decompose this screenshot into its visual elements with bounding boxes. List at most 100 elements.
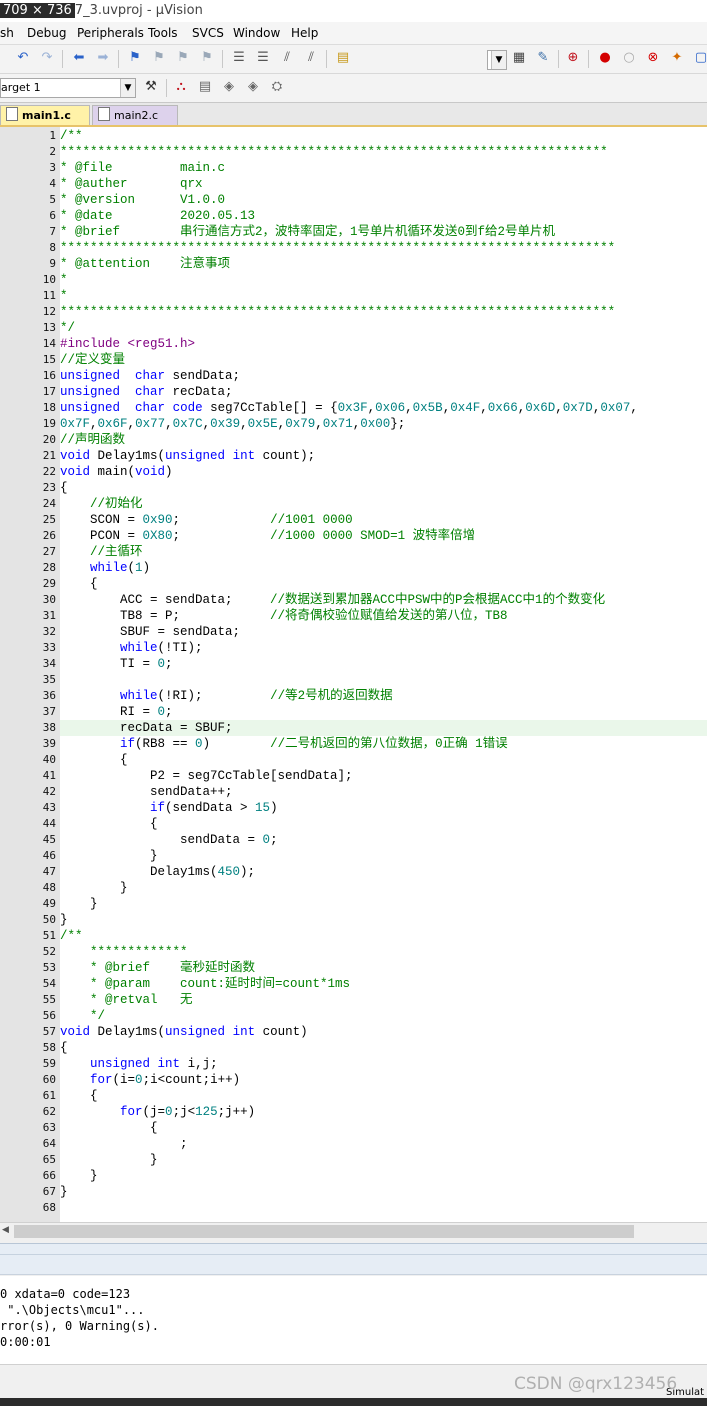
manage-icon[interactable]: ⛬ [172, 78, 190, 96]
tab-label: main2.c [114, 109, 159, 122]
line-number: 22 [42, 465, 56, 478]
code-line: void main(void) [60, 465, 173, 479]
menu-tools[interactable]: Tools [148, 26, 178, 40]
scrollbar-thumb[interactable] [14, 1225, 634, 1238]
code-line: //定义变量 [60, 353, 126, 367]
toolbar-separator [326, 50, 327, 68]
code-line: TI = 0; [60, 657, 173, 671]
line-number: 38 [42, 721, 56, 734]
code-editor[interactable]: 1 2 3 4 5 6 7 8 9 10 11 12 13 14 15 16 17 18 19 20 21 22 23 24 2… [0, 127, 707, 1222]
code-line: } [60, 1153, 158, 1167]
line-number: 24 [42, 497, 56, 510]
menu-debug[interactable]: Debug [27, 26, 66, 40]
file-extensions-icon[interactable]: ▤ [196, 78, 214, 96]
disable-breakpoint-icon[interactable]: ○ [620, 49, 638, 67]
code-line: * @auther qrx [60, 177, 203, 191]
output-line: 0 xdata=0 code=123 [0, 1287, 131, 1301]
uncomment-icon[interactable]: ⫽ [302, 49, 320, 67]
code-line: RI = 0; [60, 705, 173, 719]
code-line: //声明函数 [60, 433, 126, 447]
unindent-icon[interactable]: ☰ [254, 49, 272, 67]
line-number: 1 [49, 129, 56, 142]
code-line: } [60, 849, 158, 863]
menu-window[interactable]: Window [233, 26, 280, 40]
menu-svcs[interactable]: SVCS [192, 26, 224, 40]
code-line: Delay1ms(450); [60, 865, 256, 879]
line-number: 6 [49, 209, 56, 222]
code-line: /** [60, 929, 83, 943]
code-line: 0x7F,0x6F,0x77,0x7C,0x39,0x5E,0x79,0x71,… [60, 417, 406, 431]
find-combo[interactable]: ▼ [487, 50, 507, 70]
pack-installer-icon[interactable]: ◈ [244, 78, 262, 96]
line-number: 61 [42, 1089, 56, 1102]
options-icon[interactable]: ⚒ [142, 78, 160, 96]
comment-icon[interactable]: ⫽ [278, 49, 296, 67]
image-size-label: 709 × 736 [0, 3, 75, 18]
debug-icon[interactable]: ⊕ [564, 49, 582, 67]
open-file-icon[interactable]: ▤ [334, 49, 352, 67]
redo-icon[interactable]: ↷ [38, 49, 56, 67]
prev-bookmark-icon[interactable]: ⚑ [150, 49, 168, 67]
line-number: 43 [42, 801, 56, 814]
menu-flash[interactable]: sh [0, 26, 14, 40]
target-select[interactable]: arget 1 ▼ [0, 78, 136, 98]
kill-breakpoint-icon[interactable]: ⊗ [644, 49, 662, 67]
code-line: { [60, 577, 98, 591]
scroll-left-icon[interactable]: ◀ [2, 1225, 9, 1235]
line-number: 44 [42, 817, 56, 830]
clear-bookmarks-icon[interactable]: ⚑ [198, 49, 216, 67]
line-number: 27 [42, 545, 56, 558]
line-number: 23 [42, 481, 56, 494]
code-line: } [60, 913, 68, 927]
select-packs-icon[interactable]: ◈ [220, 78, 238, 96]
line-number: 57 [42, 1025, 56, 1038]
line-number: 59 [42, 1057, 56, 1070]
disable-all-breakpoints-icon[interactable]: ✦ [668, 49, 686, 67]
code-line: for(j=0;j<125;j++) [120, 1105, 256, 1119]
code-line: * [60, 289, 68, 303]
line-number-gutter: 1 2 3 4 5 6 7 8 9 10 11 12 13 14 15 16 17 18 19 20 21 22 23 24 2… [0, 127, 60, 1222]
line-number: 11 [42, 289, 56, 302]
code-line: { [60, 1121, 158, 1135]
line-number: 56 [42, 1009, 56, 1022]
bookmark-icon[interactable]: ⚑ [126, 49, 144, 67]
line-number: 54 [42, 977, 56, 990]
toolbar-separator [558, 50, 559, 68]
code-line: * @param count:延时时间=count*1ms [60, 977, 351, 991]
breakpoint-icon[interactable]: ● [596, 49, 614, 67]
chevron-down-icon[interactable]: ▼ [491, 51, 506, 69]
forward-icon[interactable]: ➡ [94, 49, 112, 67]
find-in-files-icon[interactable]: ▦ [510, 49, 528, 67]
tab-main1[interactable]: main1.c [0, 105, 90, 125]
line-number: 28 [42, 561, 56, 574]
code-line: SCON = 0x90; //1001 0000 [60, 513, 353, 527]
tab-main2[interactable]: main2.c [92, 105, 178, 125]
code-line: { [60, 1089, 98, 1103]
code-line: ****************************************… [60, 305, 616, 319]
menu-bar: sh Debug Peripherals Tools SVCS Window H… [0, 22, 707, 45]
code-line: } [60, 881, 128, 895]
undo-icon[interactable]: ↶ [14, 49, 32, 67]
line-number: 39 [42, 737, 56, 750]
line-number: 9 [49, 257, 56, 270]
incremental-find-icon[interactable]: ✎ [534, 49, 552, 67]
code-line: while(!TI); [120, 641, 203, 655]
code-line: unsigned int i,j; [90, 1057, 218, 1071]
menu-help[interactable]: Help [291, 26, 318, 40]
horizontal-scrollbar[interactable]: ◀ [0, 1222, 707, 1240]
chevron-down-icon[interactable]: ▼ [120, 79, 135, 97]
code-line: * @file main.c [60, 161, 226, 175]
code-line: */ [60, 1009, 106, 1023]
panel-splitter[interactable] [0, 1243, 707, 1275]
menu-peripherals[interactable]: Peripherals [77, 26, 144, 40]
toolbar-separator [588, 50, 589, 68]
code-line: { [60, 753, 128, 767]
run-time-env-icon[interactable]: ⛭ [268, 78, 286, 96]
next-bookmark-icon[interactable]: ⚑ [174, 49, 192, 67]
splitter-stripe [0, 1254, 707, 1255]
window-layout-icon[interactable]: ▢ [692, 49, 707, 67]
back-icon[interactable]: ⬅ [70, 49, 88, 67]
indent-icon[interactable]: ☰ [230, 49, 248, 67]
line-number: 3 [49, 161, 56, 174]
